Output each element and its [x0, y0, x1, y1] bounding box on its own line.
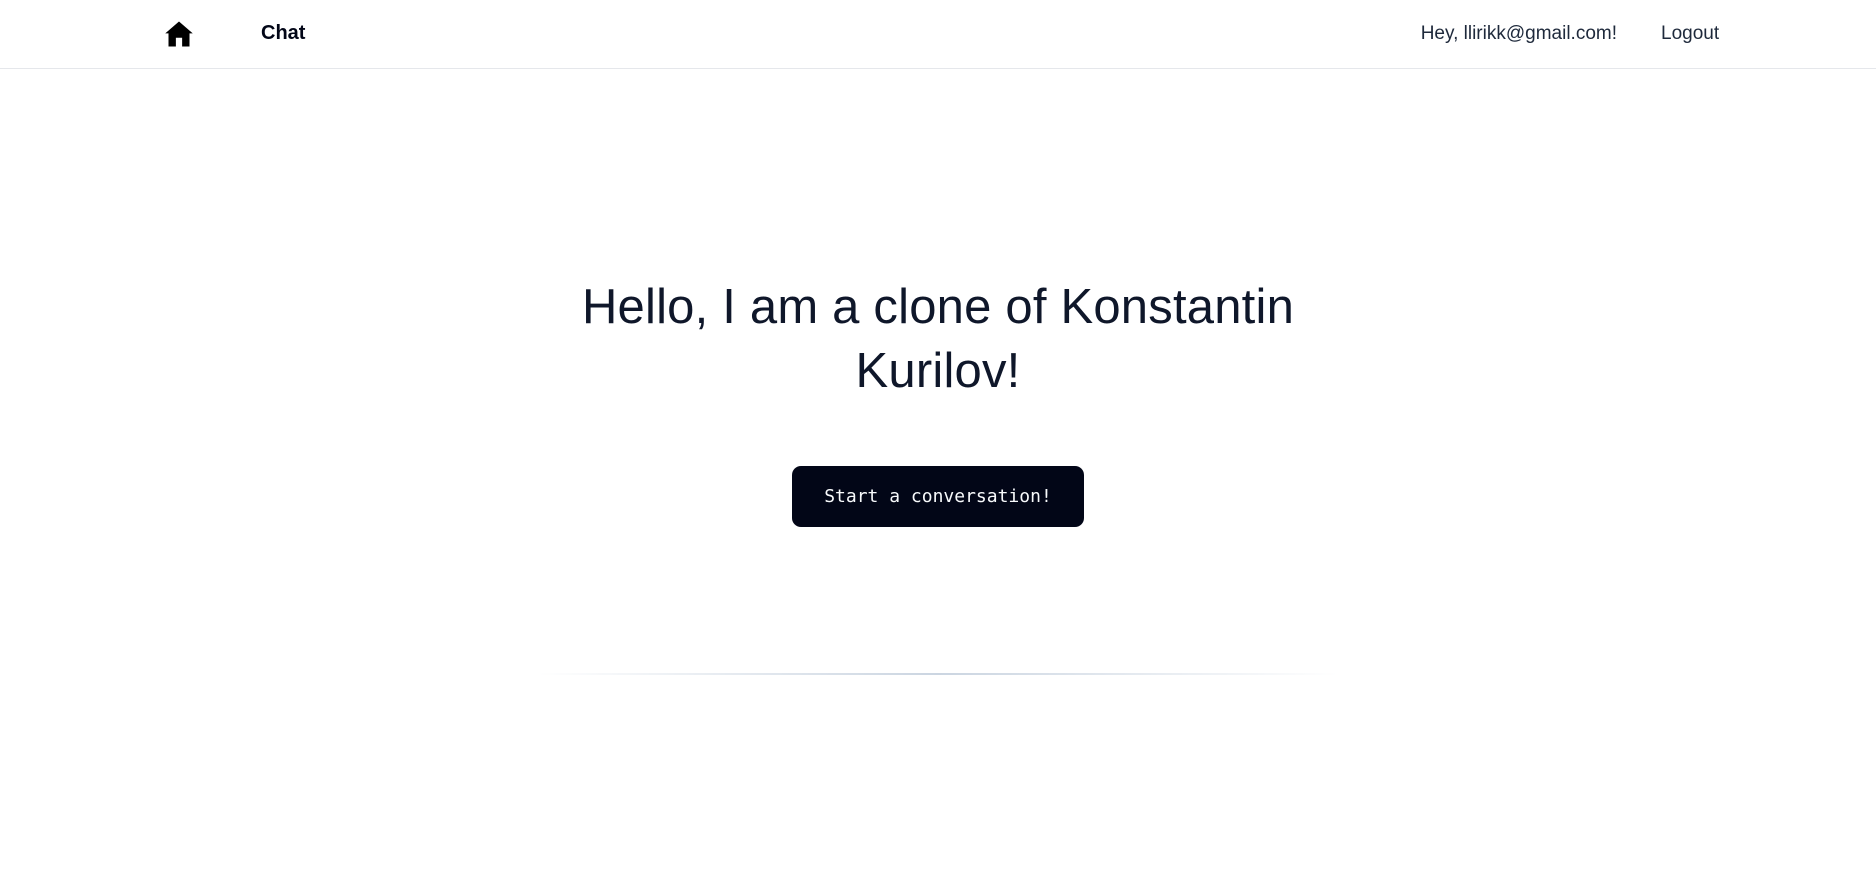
- user-greeting: Hey, llirikk@gmail.com!: [1420, 23, 1617, 44]
- home-link[interactable]: [164, 20, 194, 48]
- top-navbar: Chat Hey, llirikk@gmail.com! Logout: [0, 0, 1876, 69]
- logout-link[interactable]: Logout: [1661, 23, 1719, 45]
- home-icon: [165, 21, 193, 47]
- nav-chat-link[interactable]: Chat: [261, 22, 305, 45]
- section-divider: [538, 673, 1338, 675]
- start-conversation-button[interactable]: Start a conversation!: [792, 466, 1084, 527]
- hero-title: Hello, I am a clone of Konstantin Kurilo…: [581, 280, 1295, 398]
